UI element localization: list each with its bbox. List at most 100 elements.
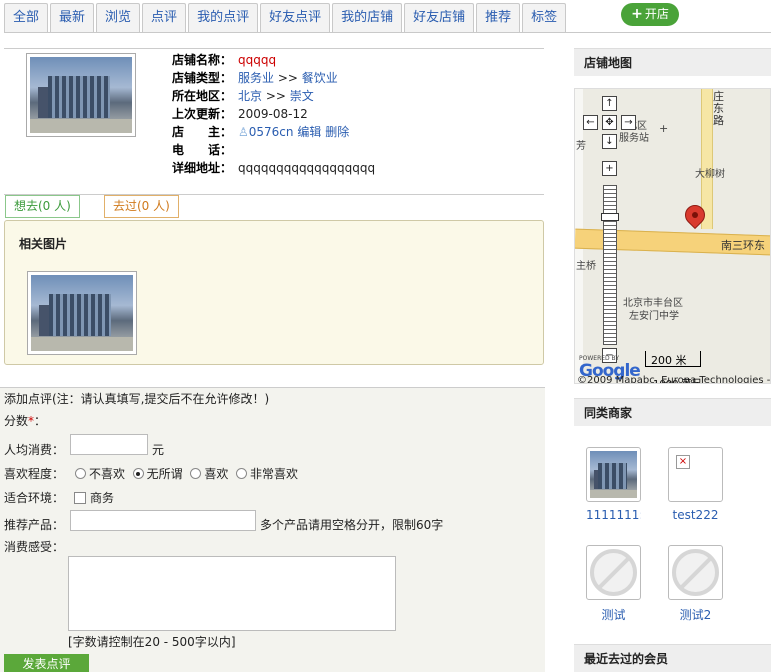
peer-shop-name[interactable]: 测试 [586,606,641,623]
shop-name-row: 店铺名称： qqqqq [172,51,375,69]
field-label: 店铺类型： [172,71,233,85]
like-option-dislike[interactable]: 不喜欢 [75,467,125,481]
region-row: 所在地区： 北京 >> 崇文 [172,87,375,105]
divider [4,194,544,195]
env-label: 适合环境： [4,491,65,505]
tab-friend-shops[interactable]: 好友店铺 [404,3,475,33]
product-hint: 多个产品请用空格分开，限制60字 [260,518,444,532]
avg-spend-input[interactable] [70,434,148,455]
separator: >> [262,89,290,103]
map-label: 左安门中学 [629,311,679,322]
region-link-chongwen[interactable]: 崇文 [290,89,314,103]
pan-left-button[interactable]: ← [583,115,598,130]
separator: >> [274,71,302,85]
option-label: 不喜欢 [89,467,126,481]
tab-reviews[interactable]: 点评 [142,3,187,33]
like-label: 喜欢程度： [4,467,65,481]
radio-icon[interactable] [132,468,144,479]
shop-photo[interactable] [26,53,136,137]
score-label: 分数 [4,414,29,428]
radio-icon[interactable] [75,468,86,479]
field-label: 电 话： [172,143,233,157]
map-label: 服务站 [619,133,649,144]
peer-shop-name[interactable]: 测试2 [668,606,723,623]
field-label: 详细地址： [172,161,233,175]
shop-info: 店铺名称： qqqqq 店铺类型： 服务业 >> 餐饮业 所在地区： 北京 >> 崇文… [4,48,544,178]
shop-map[interactable]: 北区 服务站 芳 庄东路 大柳树 南三环东 主桥 北京市丰台区 左安门中学 + … [574,88,771,384]
product-input[interactable] [70,510,256,531]
peer-shop-card[interactable]: × test222 [668,447,723,522]
peer-shop-thumb[interactable]: × [668,447,723,502]
tab-friend-reviews[interactable]: 好友点评 [260,3,331,33]
like-option-neutral[interactable]: 无所谓 [132,467,183,481]
zoom-slider[interactable] [603,185,617,345]
address-value: qqqqqqqqqqqqqqqqqq [238,161,376,175]
zoom-in-button[interactable]: + [602,161,617,176]
no-image-icon [590,549,637,596]
form-intro: 添加点评(注：请认真填写,提交后不在允许修改！) [4,392,270,406]
tab-latest[interactable]: 最新 [50,3,95,33]
pan-right-button[interactable]: → [621,115,636,130]
avg-spend-unit: 元 [152,443,165,457]
radio-icon[interactable] [235,468,247,479]
tab-all[interactable]: 全部 [4,3,49,33]
peer-shop-thumb[interactable] [586,545,641,600]
plus-icon: + [631,6,643,22]
peer-shop-thumb[interactable] [668,545,723,600]
submit-review-button[interactable]: 发表点评 [4,654,89,672]
building-photo [31,275,133,351]
like-option-love[interactable]: 非常喜欢 [235,467,298,481]
tab-my-shops[interactable]: 我的店铺 [332,3,403,33]
like-radio-group: 不喜欢 无所谓 喜欢 非常喜欢 [75,465,298,482]
peer-shop-card[interactable]: 测试2 [668,545,723,623]
delete-link[interactable]: 删除 [325,125,349,139]
radio-icon[interactable] [190,468,202,479]
map-poi-marker: + [659,122,669,135]
env-option-business[interactable]: 商务 [74,489,114,506]
want-to-go-button[interactable]: 想去(0 人) [5,195,80,218]
field-label: 店铺名称： [172,53,233,67]
peer-shop-name[interactable]: test222 [668,508,723,522]
option-label: 商务 [90,491,115,505]
tab-my-reviews[interactable]: 我的点评 [188,3,259,33]
option-label: 喜欢 [204,467,229,481]
address-row: 详细地址： qqqqqqqqqqqqqqqqqq [172,159,375,177]
colon: ： [34,414,47,428]
edit-link[interactable]: 编辑 [297,125,321,139]
pan-center-button[interactable]: ✥ [602,115,617,130]
related-image[interactable] [27,271,137,355]
checkbox-icon[interactable] [74,492,86,504]
pan-down-button[interactable]: ↓ [602,134,617,149]
peer-shop-thumb[interactable] [586,447,641,502]
related-images-title: 相关图片 [19,237,68,251]
have-been-button[interactable]: 去过(0 人) [104,195,179,218]
type-link-dining[interactable]: 餐饮业 [302,71,338,85]
peer-shop-card[interactable]: 1111111: [586,447,641,522]
owner-row: 店 主： ♙0576cn 编辑 删除 [172,123,375,141]
owner-link[interactable]: 0576cn [249,125,294,139]
review-form: 添加点评(注：请认真填写,提交后不在允许修改！) 分数*： 人均消费： 元 喜欢… [0,387,545,672]
tab-browse[interactable]: 浏览 [96,3,141,33]
product-label: 推荐产品： [4,518,65,532]
user-icon: ♙ [238,125,249,139]
tab-tags[interactable]: 标签 [522,3,567,33]
peer-shop-name[interactable]: 1111111: [586,508,641,522]
building-photo [590,451,637,498]
open-shop-button[interactable]: + 开店 [621,3,679,26]
map-copyright: ©2009 Mapabc, Europa Technologies - 使 [577,375,771,384]
pan-up-button[interactable]: ↑ [602,96,617,111]
field-label: 上次更新： [172,107,233,121]
option-label: 非常喜欢 [249,467,298,481]
type-link-service[interactable]: 服务业 [238,71,274,85]
shop-details: 店铺名称： qqqqq 店铺类型： 服务业 >> 餐饮业 所在地区： 北京 >> 崇文… [172,51,375,177]
zoom-handle[interactable] [601,213,619,221]
tab-recommend[interactable]: 推荐 [476,3,521,33]
avg-spend-label: 人均消费： [4,443,65,457]
feeling-textarea[interactable] [68,556,396,631]
map-section-title: 店铺地图 [574,48,771,76]
shop-type-row: 店铺类型： 服务业 >> 餐饮业 [172,69,375,87]
peer-shop-card[interactable]: 测试 [586,545,641,623]
like-option-like[interactable]: 喜欢 [190,467,228,481]
region-link-beijing[interactable]: 北京 [238,89,262,103]
field-label: 所在地区： [172,89,233,103]
